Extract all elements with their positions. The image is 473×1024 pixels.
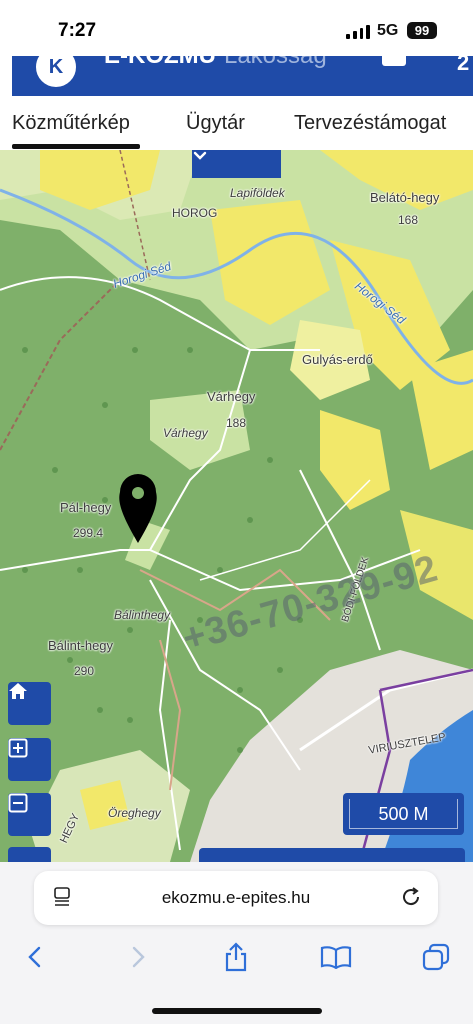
clock: 7:27 [58, 20, 97, 41]
back-arrow-icon [28, 946, 41, 968]
tab-kozmuterkep[interactable]: Közműtérkép [12, 112, 130, 135]
map-label-balint-hegy: Bálint-hegy [48, 638, 114, 653]
signal-icon [346, 23, 370, 39]
back-button[interactable] [17, 940, 53, 974]
map-label-pal-elevation: 299.4 [73, 526, 104, 540]
forward-arrow-icon [132, 946, 145, 968]
chevron-down-icon [193, 151, 207, 160]
map-view[interactable]: Lapiföldek HOROG Belátó-hegy 168 Horogi … [0, 150, 473, 862]
logo-letter: K [48, 56, 64, 78]
map-label-horog: HOROG [172, 206, 218, 220]
app-header: K E-KÖZMŰ Lakosság 2 [0, 56, 473, 96]
status-bar: 7:27 5G 99 [0, 0, 473, 56]
app-title: E-KÖZMŰ Lakosság [104, 56, 327, 70]
map-label-balinthegy: Bálinthegy [114, 608, 171, 622]
map-label-lapifoldek: Lapiföldek [230, 186, 285, 200]
share-button[interactable] [218, 940, 254, 974]
tab-bar: Közműtérkép Ügytár Tervezéstámogat [0, 96, 473, 151]
active-tab-indicator [12, 144, 140, 149]
scale-ruler [349, 799, 458, 829]
map-label-varhegy: Várhegy [207, 389, 256, 404]
battery-icon: 99 [407, 22, 437, 39]
network-type: 5G [377, 22, 399, 39]
home-button[interactable] [8, 682, 51, 725]
map-label-belato-hegy: Belátó-hegy [370, 190, 440, 205]
tabs-icon [422, 943, 450, 971]
zoom-out-button[interactable] [8, 793, 51, 836]
map-label-belato-elevation: 168 [398, 213, 419, 227]
scale-bar: 500 M [343, 793, 464, 835]
map-label-gulyas-erdo: Gulyás-erdő [302, 352, 373, 367]
zoom-out-icon [8, 793, 28, 813]
menu-icon[interactable]: 2 [457, 56, 469, 76]
expand-panel-button[interactable] [192, 150, 281, 178]
user-icon[interactable] [382, 56, 406, 66]
tab-tervezestamogatas[interactable]: Tervezéstámogat [294, 112, 446, 135]
url-text[interactable]: ekozmu.e-epites.hu [34, 888, 438, 908]
map-label-varhegy-elevation: 188 [226, 416, 247, 430]
home-indicator [152, 1008, 322, 1014]
home-icon [9, 683, 27, 699]
app-title-bold: E-KÖZMŰ [104, 56, 216, 69]
zoom-in-icon [8, 738, 28, 758]
reload-icon [403, 887, 420, 906]
map-label-pal-hegy: Pál-hegy [60, 500, 112, 515]
tab-ugytar[interactable]: Ügytár [186, 112, 245, 135]
share-icon [225, 942, 247, 972]
map-label-oreghegy: Öreghegy [108, 806, 161, 820]
tabs-button[interactable] [418, 940, 454, 974]
forward-button[interactable] [120, 940, 156, 974]
book-icon [320, 946, 352, 969]
address-bar[interactable]: ekozmu.e-epites.hu [34, 871, 438, 925]
bottom-panel-handle[interactable] [199, 848, 465, 862]
zoom-in-button[interactable] [8, 738, 51, 781]
map-label-balint-elevation: 290 [74, 664, 95, 678]
app-title-subtitle: Lakosság [224, 56, 327, 69]
map-control-button[interactable] [8, 847, 51, 862]
bookmarks-button[interactable] [318, 940, 354, 974]
map-label-varhegy-2: Várhegy [163, 426, 208, 440]
